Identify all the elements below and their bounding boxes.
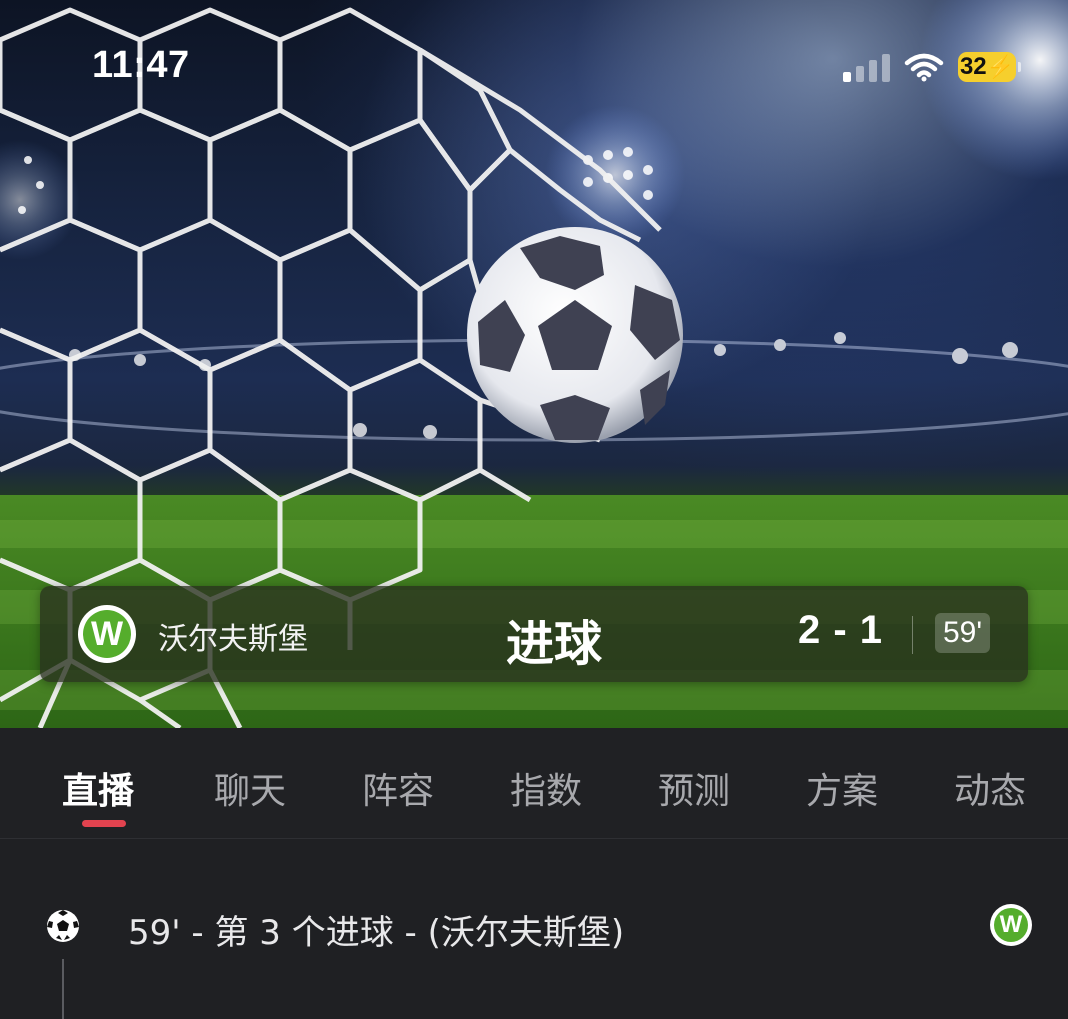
battery-charging-icon: 32 ⚡ bbox=[958, 52, 1021, 82]
soccer-ball-image bbox=[467, 227, 683, 443]
tab-prediction[interactable]: 预测 bbox=[658, 762, 730, 814]
team-name: 沃尔夫斯堡 bbox=[158, 622, 308, 657]
event-label: 进球 bbox=[506, 616, 603, 672]
cellular-signal-icon bbox=[843, 52, 890, 82]
tab-plans[interactable]: 方案 bbox=[806, 762, 878, 814]
wifi-icon bbox=[904, 53, 944, 82]
timeline-connector bbox=[62, 959, 64, 1019]
battery-level: 32 bbox=[959, 53, 987, 80]
list-item[interactable]: 59' - 第 3 个进球 - (沃尔夫斯堡) W bbox=[0, 891, 1068, 961]
match-tab-bar: 直播 聊天 阵容 指数 预测 方案 动态 bbox=[0, 728, 1068, 839]
match-hero-banner: 11:47 32 ⚡ W 沃尔夫斯堡 进球 2 - 1 59' bbox=[0, 0, 1068, 728]
tab-lineup[interactable]: 阵容 bbox=[362, 762, 434, 814]
team-logo-icon: W bbox=[78, 605, 136, 663]
team-logo-icon: W bbox=[990, 904, 1032, 946]
active-tab-indicator bbox=[82, 820, 126, 827]
divider bbox=[912, 616, 913, 654]
tab-news[interactable]: 动态 bbox=[954, 762, 1026, 814]
goal-event-banner[interactable]: W 沃尔夫斯堡 进球 2 - 1 59' bbox=[40, 586, 1028, 682]
match-minute-badge: 59' bbox=[935, 613, 991, 653]
tab-chat[interactable]: 聊天 bbox=[214, 762, 286, 814]
status-bar-time: 11:47 bbox=[92, 44, 190, 86]
team-logo-letter: W bbox=[994, 908, 1028, 942]
team-logo-letter: W bbox=[83, 610, 131, 658]
event-description: 59' - 第 3 个进球 - (沃尔夫斯堡) bbox=[128, 913, 625, 953]
live-event-feed: 59' - 第 3 个进球 - (沃尔夫斯堡) W bbox=[0, 839, 1068, 1019]
tab-live[interactable]: 直播 bbox=[62, 762, 134, 814]
tab-odds[interactable]: 指数 bbox=[510, 762, 582, 814]
soccer-ball-icon bbox=[47, 910, 79, 942]
match-score: 2 - 1 bbox=[798, 608, 884, 652]
status-bar-indicators: 32 ⚡ bbox=[843, 48, 1021, 86]
